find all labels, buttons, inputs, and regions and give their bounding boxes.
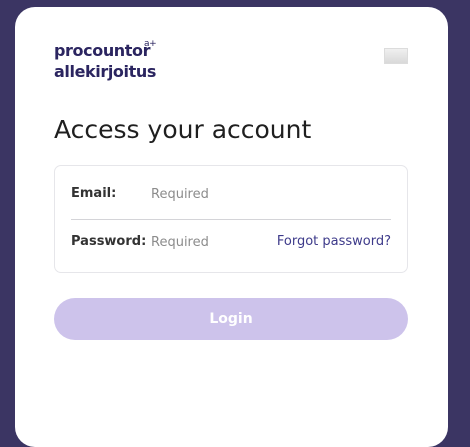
logo-text-procountor: procountor — [54, 41, 151, 60]
password-input[interactable] — [151, 232, 271, 252]
language-flag-icon[interactable] — [384, 48, 408, 64]
email-label: Email: — [71, 186, 117, 201]
page-title: Access your account — [54, 115, 312, 144]
email-input[interactable] — [151, 184, 271, 204]
login-button[interactable]: Login — [54, 298, 408, 340]
login-card: procountor a+ allekirjoitus Access your … — [15, 7, 448, 447]
login-form: Email: Password: Forgot password? — [54, 165, 408, 273]
password-label: Password: — [71, 234, 147, 249]
logo-text-allekirjoitus: allekirjoitus — [54, 62, 156, 81]
form-divider — [71, 219, 391, 220]
forgot-password-link[interactable]: Forgot password? — [277, 234, 391, 249]
logo-superscript: a+ — [144, 39, 157, 49]
